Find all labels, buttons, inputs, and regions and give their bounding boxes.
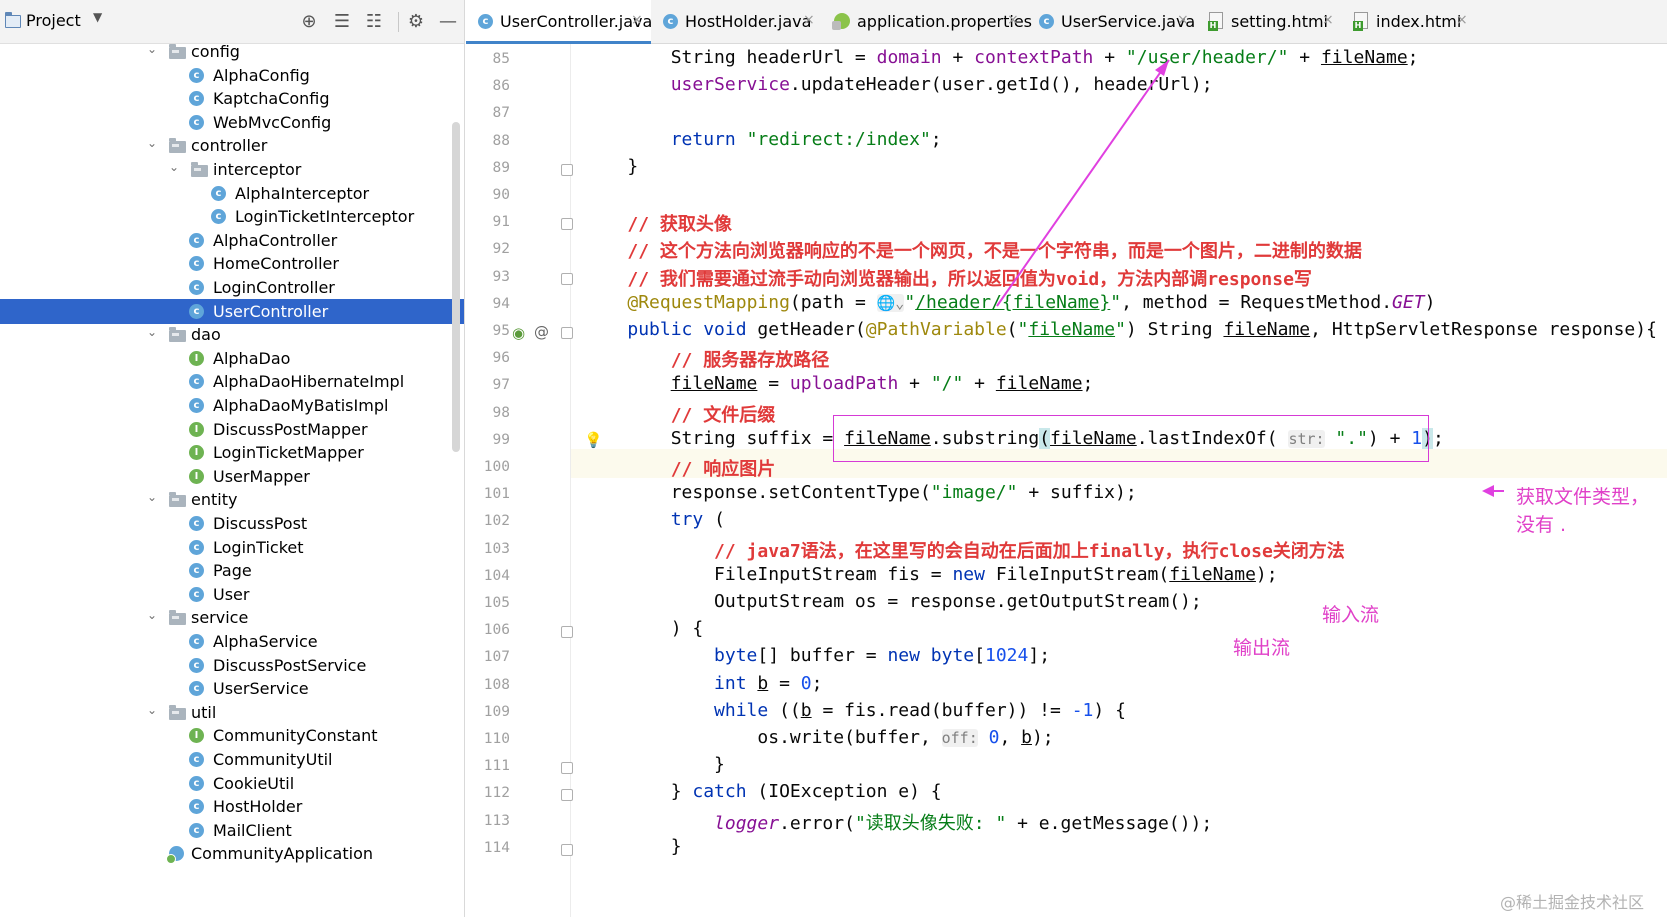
annotation-overlay — [996, 59, 1504, 497]
annotation-file-type-2: 没有 . — [1516, 514, 1567, 536]
file-type-arrow-head — [1482, 485, 1494, 497]
watermark: @稀土掘金技术社区 — [1500, 893, 1645, 912]
annotation-file-type-1: 获取文件类型， — [1516, 486, 1650, 508]
annotation-output-stream: 输出流 — [1233, 637, 1291, 659]
annotation-input-stream: 输入流 — [1322, 604, 1380, 626]
annotation-arrow-head — [1155, 60, 1169, 76]
annotation-arrow-line — [996, 59, 1170, 307]
